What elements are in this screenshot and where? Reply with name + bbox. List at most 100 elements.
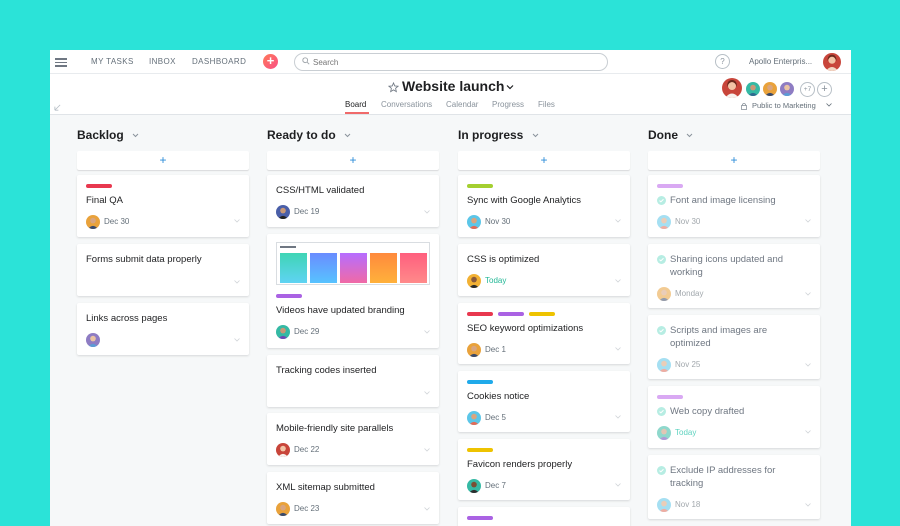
- column-title[interactable]: Backlog: [77, 128, 139, 142]
- chevron-down-icon[interactable]: [234, 280, 240, 284]
- column-title[interactable]: In progress: [458, 128, 539, 142]
- task-card[interactable]: Mobile-friendly site parallels Dec 22: [267, 413, 439, 465]
- chevron-down-icon[interactable]: [615, 347, 621, 351]
- due-date[interactable]: Nov 18: [675, 500, 700, 509]
- task-card[interactable]: Favicon renders properly Dec 7: [458, 439, 630, 500]
- hamburger-icon[interactable]: [55, 56, 67, 68]
- chevron-down-icon[interactable]: [805, 292, 811, 296]
- org-switcher[interactable]: Apollo Enterpris...: [749, 57, 812, 66]
- task-card[interactable]: Sync with Google Analytics Nov 30: [458, 175, 630, 237]
- task-card[interactable]: Final QA Dec 30: [77, 175, 249, 237]
- search-input[interactable]: [294, 53, 608, 71]
- chevron-down-icon[interactable]: [506, 84, 514, 90]
- chevron-down-icon[interactable]: [805, 219, 811, 223]
- task-card[interactable]: Font and image licensing Nov 30: [648, 175, 820, 237]
- tab-board[interactable]: Board: [345, 100, 366, 109]
- assignee-avatar[interactable]: [657, 497, 671, 512]
- tab-conversations[interactable]: Conversations: [381, 100, 432, 109]
- tab-progress[interactable]: Progress: [492, 100, 524, 109]
- privacy-selector[interactable]: Public to Marketing: [752, 101, 816, 110]
- chevron-down-icon[interactable]: [615, 415, 621, 419]
- chevron-down-icon[interactable]: [424, 210, 430, 214]
- chevron-down-icon[interactable]: [615, 219, 621, 223]
- task-card[interactable]: Scripts and images are optimized Nov 25: [648, 315, 820, 379]
- assignee-avatar[interactable]: [86, 332, 100, 347]
- chevron-down-icon[interactable]: [686, 133, 693, 138]
- chevron-down-icon[interactable]: [234, 219, 240, 223]
- nav-dashboard[interactable]: DASHBOARD: [192, 57, 246, 66]
- assignee-avatar[interactable]: [467, 410, 481, 425]
- task-card[interactable]: Sharing icons updated and working Monday: [648, 244, 820, 308]
- column-title[interactable]: Done: [648, 128, 693, 142]
- attachment-thumbnail[interactable]: [276, 242, 430, 285]
- due-date[interactable]: Dec 1: [485, 345, 506, 354]
- member-avatar[interactable]: [721, 77, 743, 99]
- assignee-avatar[interactable]: [657, 425, 671, 440]
- task-card[interactable]: Links across pages: [77, 303, 249, 355]
- due-date[interactable]: Dec 29: [294, 327, 319, 336]
- column-title[interactable]: Ready to do: [267, 128, 351, 142]
- chevron-down-icon[interactable]: [532, 133, 539, 138]
- assignee-avatar[interactable]: [467, 214, 481, 229]
- task-card[interactable]: Tracking codes inserted: [267, 355, 439, 407]
- task-card[interactable]: CSS is optimized Today: [458, 244, 630, 296]
- help-icon[interactable]: ?: [715, 54, 730, 69]
- chevron-down-icon[interactable]: [615, 279, 621, 283]
- expand-sidebar-icon[interactable]: [54, 104, 61, 111]
- chevron-down-icon[interactable]: [424, 391, 430, 395]
- due-date[interactable]: Dec 22: [294, 445, 319, 454]
- quick-add-button[interactable]: +: [263, 54, 278, 69]
- more-members-count[interactable]: +7: [800, 82, 815, 97]
- chevron-down-icon[interactable]: [344, 133, 351, 138]
- member-avatar[interactable]: [762, 81, 778, 97]
- due-date[interactable]: Nov 30: [675, 217, 700, 226]
- task-card[interactable]: Web copy drafted Today: [648, 386, 820, 448]
- assignee-avatar[interactable]: [657, 357, 671, 372]
- nav-my-tasks[interactable]: MY TASKS: [91, 57, 134, 66]
- tab-files[interactable]: Files: [538, 100, 555, 109]
- chevron-down-icon[interactable]: [805, 363, 811, 367]
- due-date[interactable]: Dec 5: [485, 413, 506, 422]
- chevron-down-icon[interactable]: [132, 133, 139, 138]
- assignee-avatar[interactable]: [276, 501, 290, 516]
- due-date[interactable]: Today: [675, 428, 696, 437]
- add-task-button[interactable]: +: [648, 151, 820, 170]
- due-date[interactable]: Dec 7: [485, 481, 506, 490]
- chevron-down-icon[interactable]: [424, 448, 430, 452]
- task-card[interactable]: Exclude IP addresses for tracking Nov 18: [648, 455, 820, 519]
- assignee-avatar[interactable]: [467, 273, 481, 288]
- member-avatar[interactable]: [779, 81, 795, 97]
- assignee-avatar[interactable]: [657, 214, 671, 229]
- task-card[interactable]: [458, 507, 630, 526]
- add-task-button[interactable]: +: [458, 151, 630, 170]
- add-task-button[interactable]: +: [267, 151, 439, 170]
- chevron-down-icon[interactable]: [424, 507, 430, 511]
- chevron-down-icon[interactable]: [805, 430, 811, 434]
- chevron-down-icon[interactable]: [615, 483, 621, 487]
- due-date[interactable]: Dec 23: [294, 504, 319, 513]
- user-avatar[interactable]: [822, 52, 842, 72]
- tab-calendar[interactable]: Calendar: [446, 100, 478, 109]
- task-card[interactable]: Cookies notice Dec 5: [458, 371, 630, 432]
- assignee-avatar[interactable]: [657, 286, 671, 301]
- chevron-down-icon[interactable]: [826, 103, 832, 107]
- due-date[interactable]: Nov 30: [485, 217, 510, 226]
- due-date[interactable]: Dec 19: [294, 207, 319, 216]
- due-date[interactable]: Monday: [675, 289, 703, 298]
- assignee-avatar[interactable]: [86, 214, 100, 229]
- nav-inbox[interactable]: INBOX: [149, 57, 176, 66]
- star-icon[interactable]: [388, 82, 399, 93]
- task-card[interactable]: CSS/HTML validated Dec 19: [267, 175, 439, 227]
- due-date[interactable]: Today: [485, 276, 506, 285]
- task-card[interactable]: SEO keyword optimizations Dec 1: [458, 303, 630, 364]
- due-date[interactable]: Nov 25: [675, 360, 700, 369]
- task-card[interactable]: Forms submit data properly: [77, 244, 249, 296]
- chevron-down-icon[interactable]: [424, 330, 430, 334]
- task-card[interactable]: Videos have updated branding Dec 29: [267, 234, 439, 348]
- assignee-avatar[interactable]: [276, 442, 290, 457]
- add-task-button[interactable]: +: [77, 151, 249, 170]
- member-avatar[interactable]: [745, 81, 761, 97]
- chevron-down-icon[interactable]: [805, 503, 811, 507]
- due-date[interactable]: Dec 30: [104, 217, 129, 226]
- assignee-avatar[interactable]: [276, 324, 290, 339]
